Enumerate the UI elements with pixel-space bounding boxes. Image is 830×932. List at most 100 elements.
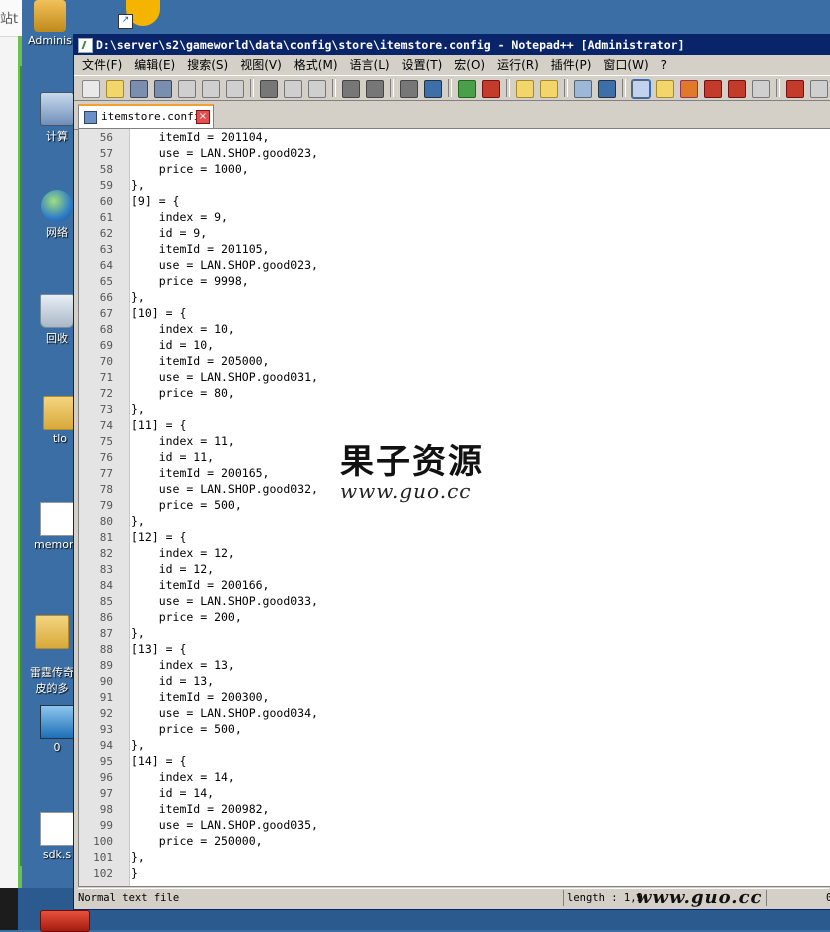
- copy-icon[interactable]: [284, 80, 302, 98]
- show-all-characters-icon[interactable]: [598, 80, 616, 98]
- new-file-icon[interactable]: [82, 80, 100, 98]
- code-text: use = LAN.SHOP.good034,: [131, 706, 318, 720]
- line-number: 96: [99, 771, 113, 784]
- code-text: },: [131, 290, 145, 304]
- code-text: },: [131, 402, 145, 416]
- menu-language[interactable]: 语言(L): [350, 55, 390, 75]
- code-line: 92 use = LAN.SHOP.good034,: [79, 705, 830, 721]
- code-text: id = 11,: [131, 450, 215, 464]
- code-text: use = LAN.SHOP.good032,: [131, 482, 318, 496]
- menu-settings[interactable]: 设置(T): [402, 55, 443, 75]
- monitoring-eye-icon[interactable]: [752, 80, 770, 98]
- menu-format[interactable]: 格式(M): [294, 55, 338, 75]
- tab-close-icon[interactable]: ×: [196, 110, 210, 124]
- code-line: 98 itemId = 200982,: [79, 801, 830, 817]
- file-save-status-icon: [84, 111, 97, 124]
- desktop-icon-admin[interactable]: Adminis: [20, 0, 80, 47]
- line-number: 66: [99, 291, 113, 304]
- code-line: 97 id = 14,: [79, 785, 830, 801]
- code-text: id = 10,: [131, 338, 215, 352]
- line-number: 85: [99, 595, 113, 608]
- code-line: 56 itemId = 201104,: [79, 129, 830, 145]
- watermark-url: www.guo.cc: [340, 479, 472, 503]
- indent-guide-icon[interactable]: [631, 79, 651, 99]
- sync-vertical-icon[interactable]: [516, 80, 534, 98]
- tab-itemstore-config[interactable]: itemstore.config ×: [78, 104, 214, 130]
- menu-search[interactable]: 搜索(S): [187, 55, 228, 75]
- code-text: index = 9,: [131, 210, 228, 224]
- code-line: 64 use = LAN.SHOP.good023,: [79, 257, 830, 273]
- code-line: 70 itemId = 205000,: [79, 353, 830, 369]
- code-line: 83 id = 12,: [79, 561, 830, 577]
- line-number: 73: [99, 403, 113, 416]
- line-number: 63: [99, 243, 113, 256]
- menu-help[interactable]: ?: [661, 55, 667, 75]
- user-language-icon[interactable]: [656, 80, 674, 98]
- line-number: 58: [99, 163, 113, 176]
- zoom-in-icon[interactable]: [458, 80, 476, 98]
- toolbar-separator: [622, 79, 626, 97]
- watermark-status-url: www.guo.cc: [636, 887, 763, 908]
- code-text: itemId = 205000,: [131, 354, 270, 368]
- open-file-icon[interactable]: [106, 80, 124, 98]
- zoom-out-icon[interactable]: [482, 80, 500, 98]
- record-macro-icon[interactable]: [786, 80, 804, 98]
- code-text: id = 9,: [131, 226, 208, 240]
- paste-icon[interactable]: [308, 80, 326, 98]
- redo-icon[interactable]: [366, 80, 384, 98]
- line-number: 60: [99, 195, 113, 208]
- line-number: 90: [99, 675, 113, 688]
- code-text: use = LAN.SHOP.good033,: [131, 594, 318, 608]
- recycle-bin-icon: [40, 294, 74, 328]
- cut-icon[interactable]: [260, 80, 278, 98]
- sync-horizontal-icon[interactable]: [540, 80, 558, 98]
- print-icon[interactable]: [226, 80, 244, 98]
- toolbar-separator: [564, 79, 568, 97]
- undo-icon[interactable]: [342, 80, 360, 98]
- code-line: 69 id = 10,: [79, 337, 830, 353]
- function-list-icon[interactable]: [704, 80, 722, 98]
- code-line: 81 [12] = {: [79, 529, 830, 545]
- word-wrap-icon[interactable]: [574, 80, 592, 98]
- find-icon[interactable]: [400, 80, 418, 98]
- menu-file[interactable]: 文件(F): [82, 55, 122, 75]
- menu-view[interactable]: 视图(V): [240, 55, 282, 75]
- background-browser-strip: 站t: [0, 0, 22, 888]
- save-all-icon[interactable]: [154, 80, 172, 98]
- stop-macro-icon[interactable]: [810, 80, 828, 98]
- window-titlebar[interactable]: D:\server\s2\gameworld\data\config\store…: [74, 35, 830, 55]
- top-tray-icons: ↗: [96, 0, 166, 30]
- status-file-type: Normal text file: [78, 892, 180, 904]
- code-text: index = 11,: [131, 434, 235, 448]
- toolbar-separator: [506, 79, 510, 97]
- document-map-icon[interactable]: [680, 80, 698, 98]
- code-line: 62 id = 9,: [79, 225, 830, 241]
- menu-macro[interactable]: 宏(O): [454, 55, 485, 75]
- code-line: 101},: [79, 849, 830, 865]
- document-icon: [40, 502, 74, 536]
- menu-edit[interactable]: 编辑(E): [134, 55, 175, 75]
- taskbar-app-button[interactable]: [40, 910, 90, 932]
- line-number: 76: [99, 451, 113, 464]
- text-editor[interactable]: 56 itemId = 201104, 57 use = LAN.SHOP.goo…: [78, 128, 830, 887]
- shortcut-app-icon: [40, 705, 74, 739]
- code-line: 65 price = 9998,: [79, 273, 830, 289]
- code-line: 72 price = 80,: [79, 385, 830, 401]
- computer-icon: [40, 92, 74, 126]
- code-line: 74 [11] = {: [79, 417, 830, 433]
- toolbar-separator: [332, 79, 336, 97]
- close-all-icon[interactable]: [202, 80, 220, 98]
- save-icon[interactable]: [130, 80, 148, 98]
- code-line: 80},: [79, 513, 830, 529]
- code-text: price = 9998,: [131, 274, 249, 288]
- menu-plugins[interactable]: 插件(P): [551, 55, 592, 75]
- code-line: 85 use = LAN.SHOP.good033,: [79, 593, 830, 609]
- close-file-icon[interactable]: [178, 80, 196, 98]
- code-line: 91 itemId = 200300,: [79, 689, 830, 705]
- menu-window[interactable]: 窗口(W): [603, 55, 648, 75]
- replace-icon[interactable]: [424, 80, 442, 98]
- code-text: index = 10,: [131, 322, 235, 336]
- line-number: 57: [99, 147, 113, 160]
- menu-run[interactable]: 运行(R): [497, 55, 539, 75]
- folder-as-workspace-icon[interactable]: [728, 80, 746, 98]
